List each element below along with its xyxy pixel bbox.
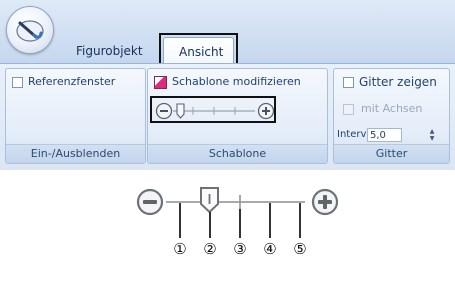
group-caption-schablone: Schablone <box>148 144 327 163</box>
slider-highlight-frame <box>150 96 276 123</box>
group-gitter: Gitter zeigen mit Achsen Intervall: Gitt… <box>333 68 450 164</box>
tab-highlight-frame <box>159 33 238 66</box>
intervall-input[interactable]: 5,0 <box>367 128 402 142</box>
callout-2: ② <box>203 240 217 258</box>
schablone-modifizieren-icon <box>154 76 167 89</box>
ribbon: Figurobjekt Ansicht Referenzfenster Ein-… <box>0 0 455 170</box>
tab-figurobjekt[interactable]: Figurobjekt <box>76 44 143 58</box>
group-ein-ausblenden: Referenzfenster Ein-/Ausblenden <box>5 68 146 164</box>
zoom-out-minus-icon[interactable] <box>136 188 164 216</box>
mit-achsen-label: mit Achsen <box>361 102 423 115</box>
schablone-modifizieren-button[interactable]: Schablone modifizieren <box>172 75 301 88</box>
callout-4: ④ <box>263 240 277 258</box>
enlarged-slider-diagram <box>136 187 339 238</box>
spin-down-icon[interactable]: ▼ <box>427 135 437 142</box>
referenzfenster-checkbox[interactable] <box>12 77 23 88</box>
referenzfenster-label[interactable]: Referenzfenster <box>28 75 115 88</box>
gitter-zeigen-checkbox[interactable] <box>343 77 354 88</box>
brush-icon <box>16 20 44 42</box>
gitter-zeigen-label[interactable]: Gitter zeigen <box>359 75 437 89</box>
callout-5: ⑤ <box>293 240 307 258</box>
tab-figurobjekt-label: Figurobjekt <box>76 44 143 58</box>
intervall-value: 5,0 <box>370 130 386 141</box>
spin-up-icon[interactable]: ▲ <box>427 128 437 135</box>
callout-3: ③ <box>233 240 247 258</box>
group-caption-gitter: Gitter <box>334 144 449 163</box>
mit-achsen-checkbox[interactable] <box>343 104 354 115</box>
application-menu-button[interactable] <box>6 6 54 54</box>
zoom-in-plus-icon[interactable] <box>311 188 339 216</box>
callout-1: ① <box>173 240 187 258</box>
group-caption-ein-ausblenden: Ein-/Ausblenden <box>6 144 145 163</box>
